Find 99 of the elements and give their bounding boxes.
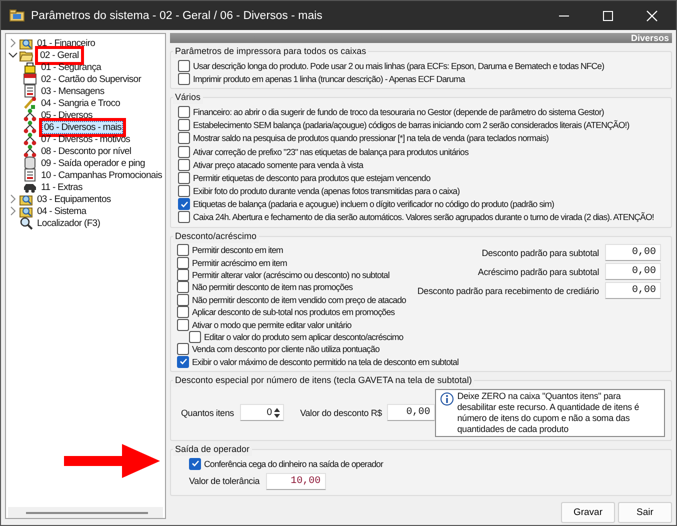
group-title: Desconto especial por número de itens (tecla GAVETA na tela de subtotal) bbox=[173, 374, 474, 387]
checkbox[interactable] bbox=[178, 132, 190, 144]
checkbox-label[interactable]: Etiquetas de balança (padaria e açougue) incluem o dígito verificador no código do produto (padrão sim) bbox=[193, 199, 554, 210]
network-icon bbox=[23, 108, 37, 122]
field-label: Valor do desconto R$ bbox=[300, 408, 382, 418]
checkbox[interactable] bbox=[178, 172, 190, 184]
field-label: Quantos itens bbox=[181, 408, 234, 418]
card-icon bbox=[23, 72, 37, 86]
expand-chevron-icon[interactable] bbox=[8, 194, 18, 204]
tree-item[interactable]: 01 - Segurança bbox=[39, 60, 104, 74]
field-label: Acréscimo padrão para subtotal bbox=[478, 266, 599, 277]
info-text: Deixe ZERO na caixa "Quantos itens" para desabilitar este recurso. A quantidade de itens é número de itens do cupom e não a soma das quantidades de cada produto bbox=[457, 390, 640, 435]
checkbox-label[interactable]: Ativar o modo que permite editar valor unitário bbox=[192, 320, 352, 330]
checkbox[interactable] bbox=[177, 269, 189, 282]
group-title: Saída de operador bbox=[173, 442, 252, 456]
checkbox[interactable] bbox=[178, 72, 190, 85]
number-field[interactable]: 0,00 bbox=[386, 404, 436, 422]
tree-item[interactable]: 08 - Desconto por nível bbox=[39, 144, 134, 158]
app-icon bbox=[9, 9, 25, 22]
checkbox-label[interactable]: Exibir o valor máximo de desconto permitido na tela de desconto em subtotal bbox=[192, 356, 458, 367]
scrollbar[interactable] bbox=[8, 507, 163, 518]
checkbox-label[interactable]: Editar o valor do produto sem aplicar desconto/acréscimo bbox=[204, 332, 404, 342]
checkbox-label[interactable]: Exibir foto do produto durante venda (apenas fotos transmitidas para o caixa) bbox=[193, 186, 460, 196]
checkbox-label[interactable]: Permitir acréscimo em item bbox=[192, 258, 287, 268]
action-button[interactable]: Gravar bbox=[561, 502, 615, 523]
number-field[interactable]: 0,00 bbox=[605, 244, 661, 262]
checkbox-label[interactable]: Ativar correção de prefixo "23" nas etiquetas de balança para produtos unitários bbox=[193, 146, 468, 157]
number-field[interactable]: 0,00 bbox=[605, 282, 661, 300]
spinner-arrows-icon bbox=[273, 406, 282, 419]
tree-item[interactable]: 09 - Saída operador e ping bbox=[39, 156, 147, 170]
network-icon bbox=[23, 144, 37, 158]
checkbox[interactable] bbox=[178, 185, 190, 198]
checkbox[interactable] bbox=[189, 330, 201, 343]
tree-item[interactable]: 11 - Extras bbox=[39, 180, 84, 194]
checkbox-label[interactable]: Ativar preço atacado somente para venda à vista bbox=[193, 160, 364, 170]
field-label: Desconto padrão para subtotal bbox=[482, 248, 599, 258]
database-icon bbox=[23, 156, 37, 170]
search-icon bbox=[19, 216, 33, 230]
checkbox[interactable] bbox=[177, 343, 189, 356]
tree-item[interactable]: 03 - Mensagens bbox=[39, 84, 106, 98]
checkbox[interactable] bbox=[177, 244, 189, 256]
tools-icon bbox=[23, 96, 37, 110]
checkbox-label[interactable]: Usar descrição longa do produto. Pode usar 2 ou mais linhas (para ECFs: Epson, Daruma e Bematech e todas NFCe) bbox=[193, 60, 604, 71]
checkbox[interactable] bbox=[177, 294, 189, 306]
field-label: Valor de tolerância bbox=[189, 476, 260, 486]
tree-item[interactable]: 03 - Equipamentos bbox=[35, 192, 113, 206]
checkbox[interactable] bbox=[178, 211, 190, 224]
checkbox-label[interactable]: Financeiro: ao abrir o dia sugerir de fundo de troco da tesouraria no Gestor (depende de parâmetro do sistema Gestor) bbox=[193, 106, 604, 117]
info-icon bbox=[440, 392, 454, 406]
checkbox-label[interactable]: Caixa 24h. Abertura e fechamento de dia serão automáticos. Valores serão agrupados durante o turno de virada (2 dias). ATENÇÃO! bbox=[193, 212, 654, 222]
checkbox-label[interactable]: Mostrar saldo na pesquisa de produtos quando pressionar [*] na tela de venda (para teclados normais) bbox=[193, 133, 548, 144]
tree-item[interactable]: 02 - Geral bbox=[38, 48, 81, 62]
checkbox-label[interactable]: Permitir alterar valor (acréscimo ou desconto) no subtotal bbox=[192, 270, 390, 280]
checkbox-label[interactable]: Não permitir desconto de item vendido com preço de atacado bbox=[192, 294, 406, 305]
checkbox[interactable] bbox=[178, 198, 190, 210]
checkbox-label[interactable]: Venda com desconto por cliente não utiliza pontuação bbox=[192, 344, 380, 354]
checkbox[interactable] bbox=[178, 60, 190, 72]
action-button[interactable]: Sair bbox=[618, 502, 672, 523]
checkbox-label[interactable]: Permitir etiquetas de desconto para produtos que estejam vencendo bbox=[193, 172, 430, 183]
tree-item[interactable]: 05 - Diversos bbox=[39, 108, 94, 122]
tree-item[interactable]: 01 - Financeiro bbox=[35, 36, 98, 50]
tree-item[interactable]: Localizador (F3) bbox=[35, 216, 102, 230]
tree-item[interactable]: 10 - Campanhas Promocionais bbox=[39, 168, 164, 182]
tree-item[interactable]: 04 - Sistema bbox=[35, 204, 88, 218]
lock-icon bbox=[23, 60, 37, 74]
checkbox-label[interactable]: Conferência cega do dinheiro na saída de operador bbox=[204, 458, 383, 469]
checkbox[interactable] bbox=[178, 146, 190, 158]
number-field[interactable]: 0,00 bbox=[605, 263, 661, 280]
collapse-chevron-icon[interactable] bbox=[8, 50, 18, 60]
checkbox[interactable] bbox=[178, 158, 190, 171]
tree-item[interactable]: 07 - Diversos - motivos bbox=[39, 132, 132, 146]
tree-item[interactable]: 02 - Cartão do Supervisor bbox=[39, 72, 144, 86]
section-header: Diversos bbox=[170, 33, 672, 43]
network-icon bbox=[23, 120, 37, 134]
checkbox-label[interactable]: Estabelecimento SEM balança (padaria/açougue) códigos de barras iniciando com 2 serão considerados literais (ATENÇÃO!) bbox=[193, 120, 630, 130]
checkbox[interactable] bbox=[189, 458, 201, 470]
checkbox-label[interactable]: Permitir desconto em item bbox=[192, 245, 283, 256]
checkbox[interactable] bbox=[177, 318, 189, 331]
checkbox[interactable] bbox=[177, 306, 189, 318]
window-title: Parâmetros do sistema - 02 - Geral / 06 - Diversos - mais bbox=[31, 10, 324, 22]
field-label: Desconto padrão para recebimento de crediário bbox=[417, 286, 599, 296]
checkbox[interactable] bbox=[177, 256, 189, 269]
checkbox-label[interactable]: Aplicar desconto de sub-total nos produtos em promoções bbox=[192, 307, 395, 318]
checkbox[interactable] bbox=[177, 281, 189, 294]
maximize-icon bbox=[602, 10, 614, 22]
checkbox[interactable] bbox=[178, 106, 190, 118]
group-title: Parâmetros de impressora para todos os caixas bbox=[173, 45, 368, 58]
document-icon bbox=[23, 84, 37, 98]
document-icon bbox=[23, 168, 37, 182]
checkbox[interactable] bbox=[178, 119, 190, 132]
checkbox-label[interactable]: Imprimir produto em apenas 1 linha (truncar descrição) - Apenas ECF Daruma bbox=[193, 74, 465, 84]
close-icon bbox=[646, 10, 658, 22]
tree-item[interactable]: 04 - Sangria e Troco bbox=[39, 96, 122, 110]
checkbox-label[interactable]: Não permitir desconto de item nas promoções bbox=[192, 282, 353, 292]
spin-field[interactable]: 0 bbox=[240, 404, 284, 422]
network-icon bbox=[23, 132, 37, 146]
number-field[interactable]: 10,00 bbox=[266, 472, 326, 490]
checkbox[interactable] bbox=[177, 356, 189, 368]
expand-chevron-icon[interactable] bbox=[8, 206, 18, 216]
